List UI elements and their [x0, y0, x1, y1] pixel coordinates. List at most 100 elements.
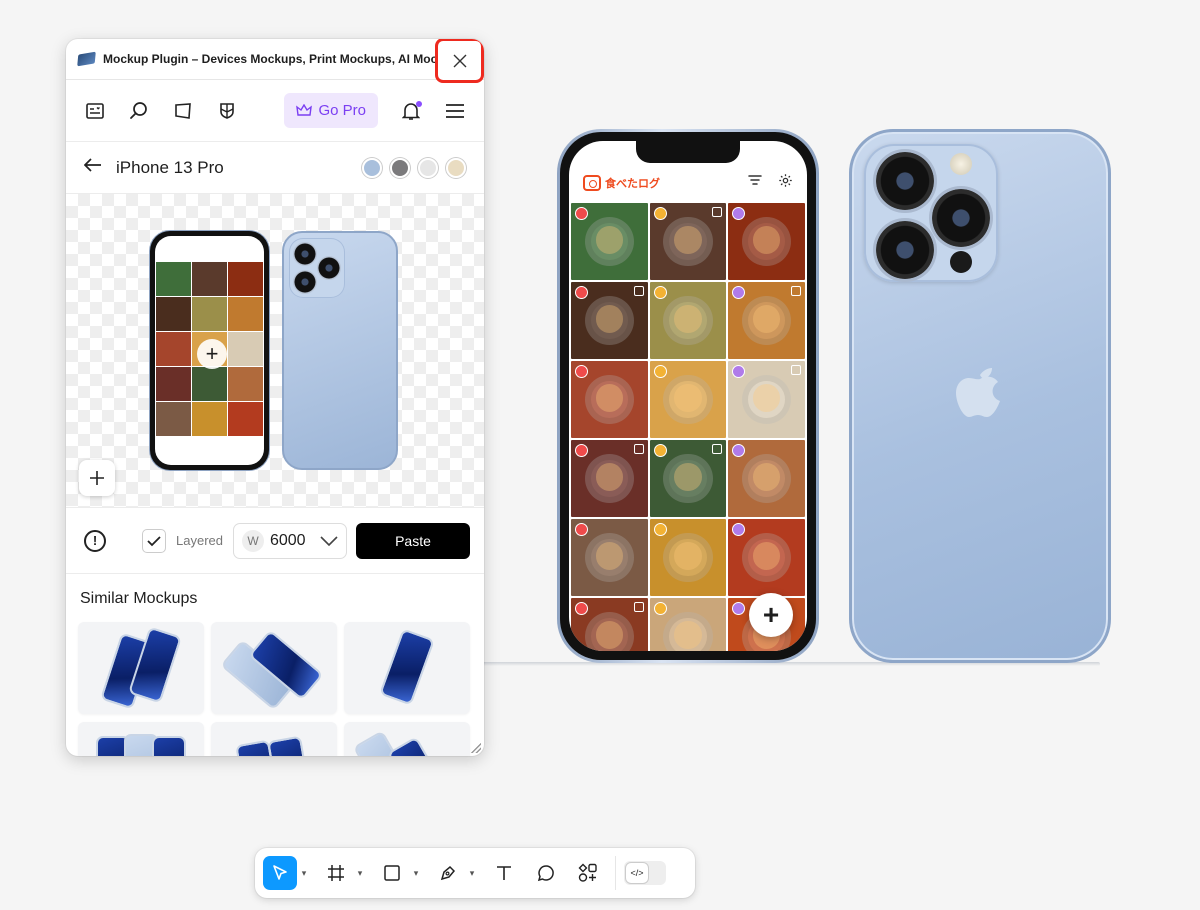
pen-icon: [440, 865, 456, 881]
phone-bezel: 食べたログ +: [560, 132, 816, 660]
food-photo: [649, 203, 727, 280]
apple-logo-icon: [956, 368, 1000, 417]
comment-icon: [537, 865, 554, 882]
plugin-titlebar: Mockup Plugin – Devices Mockups, Print M…: [66, 39, 484, 80]
color-swatches: [362, 157, 466, 178]
go-pro-label: Go Pro: [318, 102, 366, 119]
shield-icon[interactable]: [216, 100, 238, 122]
color-swatch-silver[interactable]: [418, 157, 438, 178]
mockup-thumbnail[interactable]: [78, 622, 204, 714]
layered-label: Layered: [176, 533, 223, 548]
camera-lens: [876, 152, 934, 210]
preview-plus-icon: +: [197, 339, 227, 369]
text-tool[interactable]: [487, 856, 521, 890]
camera-module: [864, 144, 998, 282]
rectangle-icon: [384, 865, 400, 881]
mockup-thumbnail[interactable]: [211, 622, 337, 714]
actions-icon: [578, 863, 597, 882]
food-photo: [649, 282, 727, 359]
layout-icon[interactable]: [84, 100, 106, 122]
back-arrow-icon[interactable]: [83, 158, 102, 177]
color-swatch-sierra-blue[interactable]: [362, 157, 382, 178]
shape-icon[interactable]: [172, 100, 194, 122]
camera-lens: [876, 221, 934, 279]
color-swatch-gold[interactable]: [446, 157, 466, 178]
close-button[interactable]: [435, 39, 484, 83]
chevron-down-icon[interactable]: ▾: [297, 856, 311, 890]
flash: [950, 153, 972, 175]
food-photo: [649, 361, 727, 438]
food-photo: [728, 361, 805, 438]
app-logo: 食べたログ: [583, 175, 660, 191]
notification-dot: [416, 100, 422, 107]
chevron-down-icon[interactable]: ▾: [409, 856, 423, 890]
frame-tool[interactable]: [319, 856, 353, 890]
chevron-down-icon: [320, 535, 338, 546]
add-image-button[interactable]: [79, 460, 115, 496]
add-post-fab: +: [749, 593, 793, 637]
bottom-toolbar: ▾ ▾ ▾ ▾ </>: [255, 848, 695, 898]
frame-icon: [328, 865, 344, 881]
layered-checkbox[interactable]: [142, 528, 166, 553]
crown-icon: [296, 103, 313, 116]
lidar-sensor: [950, 251, 972, 273]
food-photo: [571, 203, 648, 280]
food-photo: [728, 203, 805, 280]
food-photo: [728, 519, 805, 596]
color-swatch-graphite[interactable]: [390, 157, 410, 178]
food-photo: [649, 519, 727, 596]
width-tag: W: [241, 529, 264, 552]
go-pro-button[interactable]: Go Pro: [284, 93, 378, 128]
plus-icon: [90, 471, 104, 485]
iphone-front[interactable]: 食べたログ +: [557, 129, 819, 663]
mockup-thumbnail[interactable]: [211, 722, 337, 756]
food-photo: [649, 440, 727, 517]
food-photo: [571, 282, 648, 359]
export-controls: ! Layered W 6000 Paste: [66, 508, 484, 574]
plugin-toolbar: Go Pro: [66, 80, 484, 142]
actions-tool[interactable]: [571, 856, 605, 890]
resize-grip[interactable]: [471, 743, 481, 753]
food-photo: [728, 282, 805, 359]
similar-mockups-grid: [66, 622, 484, 756]
search-icon[interactable]: [128, 100, 150, 122]
phone-screen: 食べたログ +: [569, 141, 807, 651]
camera-lens: [932, 189, 990, 247]
food-photo: [728, 440, 805, 517]
dev-mode-toggle[interactable]: </>: [624, 861, 666, 885]
bell-icon[interactable]: [400, 100, 422, 122]
notch: [636, 141, 740, 163]
rectangle-tool[interactable]: [375, 856, 409, 890]
paste-button[interactable]: Paste: [356, 522, 470, 559]
preview-phone-back: [282, 231, 398, 470]
app-name: 食べたログ: [605, 178, 660, 190]
hamburger-menu-icon[interactable]: [444, 100, 466, 122]
plugin-logo-icon: [77, 51, 96, 67]
toolbar-divider: [615, 856, 616, 890]
width-select[interactable]: W 6000: [232, 522, 347, 559]
camera-logo-icon: [583, 175, 601, 191]
width-value: 6000: [269, 531, 306, 549]
comment-tool[interactable]: [529, 856, 563, 890]
text-icon: [497, 866, 511, 880]
pen-tool[interactable]: [431, 856, 465, 890]
iphone-back[interactable]: [849, 129, 1111, 663]
mockup-thumbnail[interactable]: [78, 722, 204, 756]
food-photo: [571, 440, 648, 517]
mockup-preview: +: [66, 194, 484, 508]
filter-icon: [748, 173, 762, 191]
chevron-down-icon[interactable]: ▾: [465, 856, 479, 890]
chevron-down-icon[interactable]: ▾: [353, 856, 367, 890]
mockup-thumbnail[interactable]: [344, 622, 470, 714]
checkmark-icon: [147, 535, 161, 546]
food-photo: [571, 598, 648, 651]
mockup-plugin-panel: Mockup Plugin – Devices Mockups, Print M…: [66, 39, 484, 756]
food-photo-grid: [569, 203, 807, 651]
food-photo: [571, 361, 648, 438]
move-tool[interactable]: [263, 856, 297, 890]
code-icon: </>: [626, 863, 648, 883]
device-name: iPhone 13 Pro: [116, 157, 224, 177]
info-icon[interactable]: !: [84, 529, 106, 552]
cursor-icon: [273, 865, 287, 880]
mockup-thumbnail[interactable]: [344, 722, 470, 756]
